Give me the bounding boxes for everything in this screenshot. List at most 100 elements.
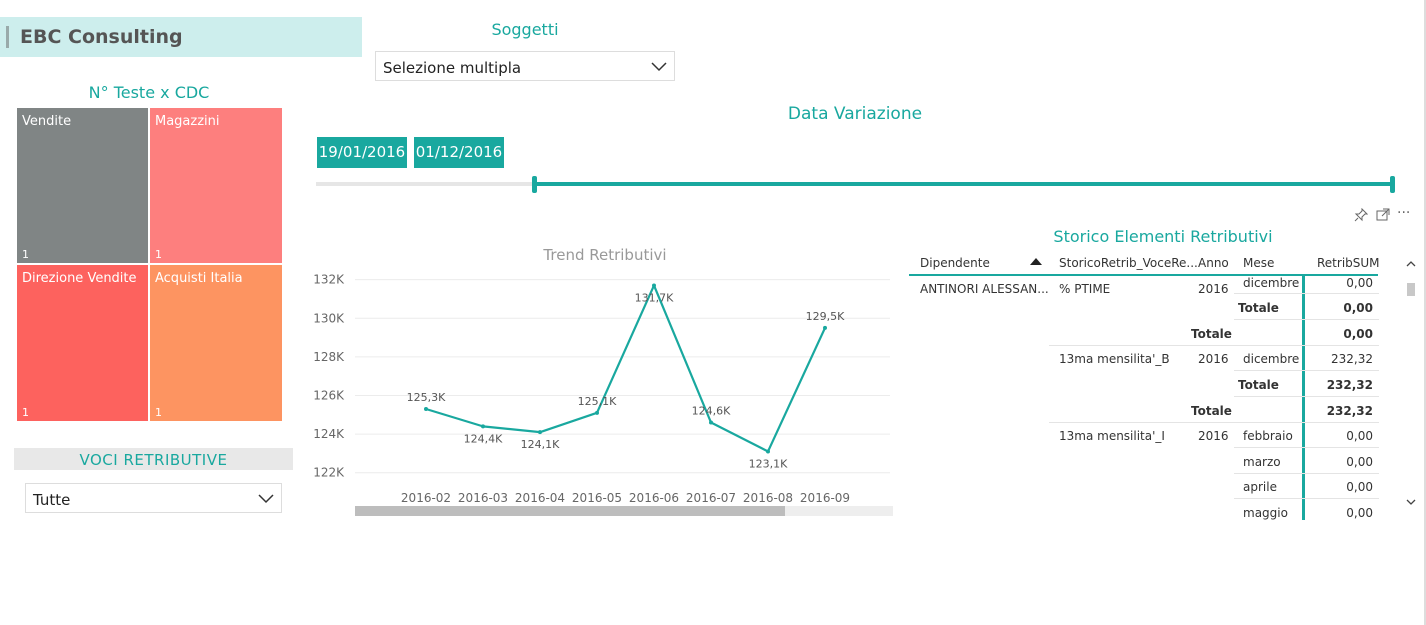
cell-dipendente: ANTINORI ALESSAN... bbox=[920, 282, 1049, 296]
scroll-down-icon[interactable] bbox=[1406, 499, 1416, 506]
data-variazione-title: Data Variazione bbox=[787, 104, 923, 124]
x-tick-label: 2016-04 bbox=[515, 491, 565, 505]
cell-retribsum: 0,00 bbox=[1346, 276, 1373, 290]
treemap-tile-magazzini[interactable]: Magazzini 1 bbox=[150, 108, 282, 263]
header-accent-bar bbox=[6, 26, 9, 48]
tile-value: 1 bbox=[155, 406, 162, 419]
cell-totale-label: Totale bbox=[1191, 404, 1232, 418]
cell-mese: febbraio bbox=[1243, 429, 1293, 443]
cell-retribsum: 0,00 bbox=[1346, 455, 1373, 469]
column-header-mese[interactable]: Mese bbox=[1243, 256, 1274, 270]
cell-totale-value: 0,00 bbox=[1343, 301, 1373, 315]
cell-totale-value: 232,32 bbox=[1326, 378, 1373, 392]
cell-totale-label: Totale bbox=[1191, 327, 1232, 341]
matrix-table: Dipendente StoricoRetrib_VoceRe... Anno … bbox=[909, 252, 1379, 520]
row-divider bbox=[1234, 447, 1379, 448]
x-tick-label: 2016-05 bbox=[572, 491, 622, 505]
soggetti-title: Soggetti bbox=[491, 20, 559, 39]
cell-retribsum: 0,00 bbox=[1346, 429, 1373, 443]
data-label: 123,1K bbox=[749, 457, 788, 470]
row-divider bbox=[1234, 293, 1379, 294]
cell-anno: 2016 bbox=[1198, 282, 1229, 296]
soggetti-dropdown-value: Selezione multipla bbox=[383, 59, 522, 77]
row-divider bbox=[1234, 473, 1379, 474]
row-divider bbox=[1234, 370, 1379, 371]
cell-totale-label: Totale bbox=[1238, 378, 1279, 392]
cell-mese: maggio bbox=[1243, 506, 1288, 520]
cell-anno: 2016 bbox=[1198, 352, 1229, 366]
cell-retribsum: 0,00 bbox=[1346, 506, 1373, 520]
voci-retributive-title: VOCI RETRIBUTIVE bbox=[79, 451, 228, 469]
date-to-input[interactable]: 01/12/2016 bbox=[414, 137, 504, 168]
data-label: 125,1K bbox=[578, 395, 617, 408]
data-point bbox=[424, 406, 428, 411]
scrollbar-thumb[interactable] bbox=[1407, 283, 1415, 296]
cell-mese: aprile bbox=[1243, 480, 1277, 494]
pin-icon[interactable] bbox=[1354, 208, 1368, 222]
voci-dropdown-value: Tutte bbox=[33, 491, 71, 509]
data-point bbox=[823, 325, 827, 330]
table-column-divider bbox=[1302, 274, 1305, 520]
tile-value: 1 bbox=[155, 248, 162, 261]
treemap-tile-direzione-vendite[interactable]: Direzione Vendite 1 bbox=[17, 265, 148, 421]
date-from-input[interactable]: 19/01/2016 bbox=[317, 137, 407, 168]
date-slider-range bbox=[535, 182, 1394, 186]
line-chart: 122K 124K 126K 128K 130K 132K 2016-02 2016-03 20… bbox=[313, 273, 893, 516]
cell-mese: marzo bbox=[1243, 455, 1281, 469]
visual-header-toolbar: ··· bbox=[1354, 205, 1418, 224]
date-slider-start-handle[interactable] bbox=[532, 176, 537, 193]
chevron-down-icon bbox=[651, 62, 667, 72]
more-options-icon[interactable]: ··· bbox=[1397, 205, 1410, 221]
cell-retribsum: 232,32 bbox=[1331, 352, 1373, 366]
column-header-voce[interactable]: StoricoRetrib_VoceRe... bbox=[1059, 256, 1198, 270]
soggetti-dropdown[interactable]: Selezione multipla bbox=[375, 51, 675, 81]
chart-scroll-thumb[interactable] bbox=[355, 506, 785, 516]
treemap-tile-vendite[interactable]: Vendite 1 bbox=[17, 108, 148, 263]
cell-mese: dicembre bbox=[1243, 352, 1300, 366]
cell-voce: % PTIME bbox=[1059, 282, 1111, 296]
row-divider bbox=[1234, 498, 1379, 499]
data-point bbox=[652, 283, 656, 288]
y-tick-label: 126K bbox=[313, 388, 345, 402]
report-title: EBC Consulting bbox=[20, 26, 183, 48]
x-tick-label: 2016-02 bbox=[401, 491, 451, 505]
voci-retributive-header: VOCI RETRIBUTIVE bbox=[14, 448, 293, 470]
cell-mese: dicembre bbox=[1243, 276, 1300, 290]
focus-mode-icon[interactable] bbox=[1376, 208, 1390, 222]
row-divider bbox=[1234, 396, 1379, 397]
column-header-retribsum[interactable]: RetribSUM bbox=[1317, 256, 1379, 270]
treemap-tile-acquisti-italia[interactable]: Acquisti Italia 1 bbox=[150, 265, 282, 421]
y-tick-label: 128K bbox=[313, 350, 345, 364]
data-label: 124,1K bbox=[521, 438, 560, 451]
data-label: 129,5K bbox=[806, 310, 845, 323]
data-label: 125,3K bbox=[407, 391, 446, 404]
date-slider-end-handle[interactable] bbox=[1390, 176, 1395, 193]
sort-ascending-icon[interactable] bbox=[1030, 258, 1042, 265]
cell-totale-value: 0,00 bbox=[1343, 327, 1373, 341]
y-tick-label: 124K bbox=[313, 427, 345, 441]
treemap-chart: Vendite 1 Magazzini 1 Direzione Vendite … bbox=[17, 108, 282, 421]
data-point bbox=[538, 430, 542, 435]
tile-label: Magazzini bbox=[155, 114, 220, 129]
table-title: Storico Elementi Retributivi bbox=[1053, 227, 1273, 246]
y-tick-label: 122K bbox=[313, 466, 345, 480]
series-line bbox=[425, 284, 826, 453]
row-divider bbox=[1049, 422, 1379, 423]
x-tick-label: 2016-08 bbox=[743, 491, 793, 505]
treemap-title: N° Teste x CDC bbox=[88, 83, 210, 102]
data-point bbox=[766, 449, 770, 454]
voci-retributive-dropdown[interactable]: Tutte bbox=[25, 483, 282, 513]
data-label: 131,7K bbox=[635, 291, 674, 304]
tile-label: Direzione Vendite bbox=[22, 271, 137, 286]
scroll-up-icon[interactable] bbox=[1406, 260, 1416, 267]
y-tick-label: 132K bbox=[313, 273, 345, 287]
tile-value: 1 bbox=[22, 248, 29, 261]
column-header-anno[interactable]: Anno bbox=[1198, 256, 1229, 270]
column-header-dipendente[interactable]: Dipendente bbox=[920, 256, 990, 270]
x-tick-label: 2016-06 bbox=[629, 491, 679, 505]
report-header: EBC Consulting bbox=[0, 17, 362, 57]
x-tick-label: 2016-09 bbox=[800, 491, 850, 505]
data-label: 124,6K bbox=[692, 405, 731, 418]
cell-totale-label: Totale bbox=[1238, 301, 1279, 315]
table-vertical-scrollbar[interactable] bbox=[1404, 253, 1418, 519]
